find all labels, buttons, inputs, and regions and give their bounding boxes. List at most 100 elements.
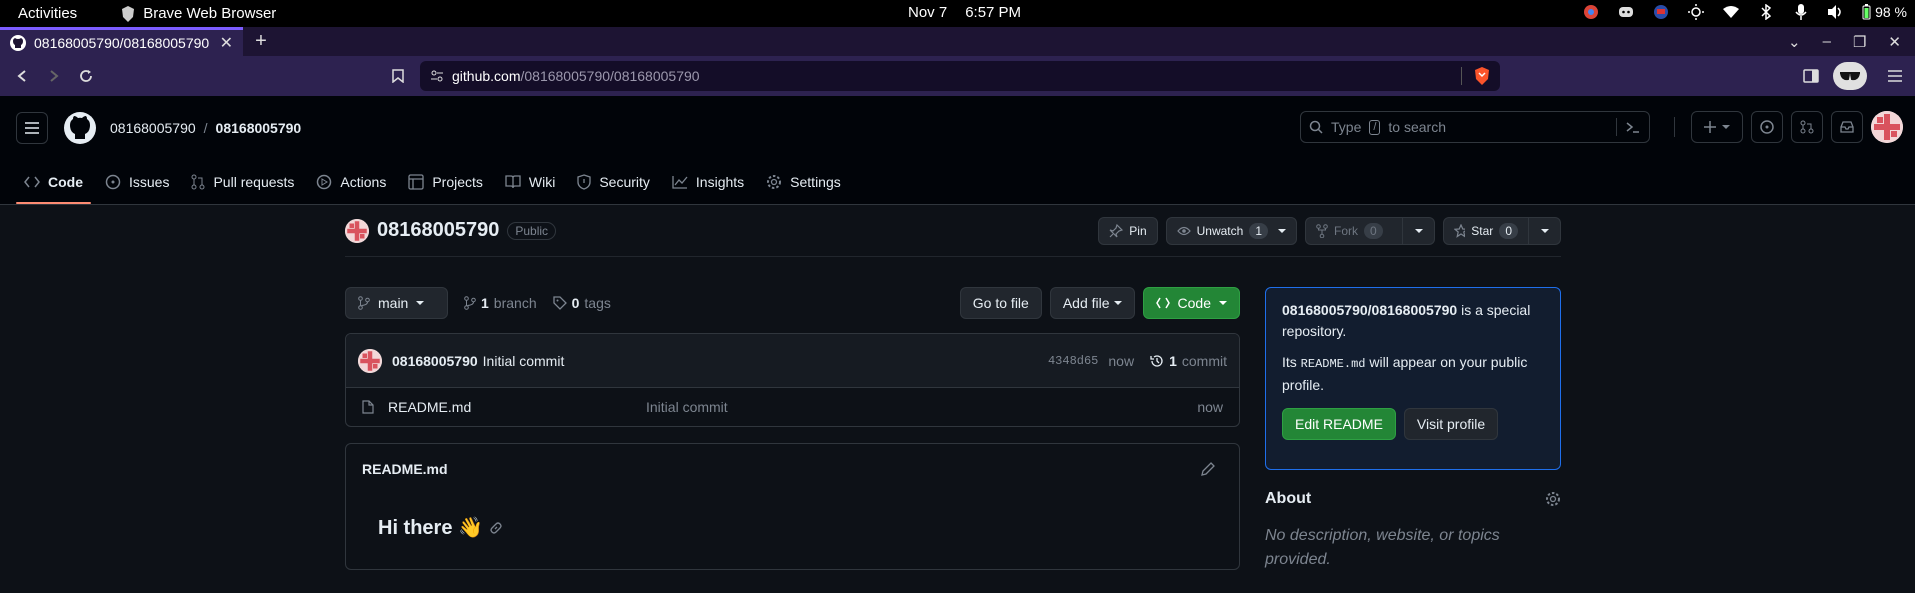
file-name[interactable]: README.md (388, 399, 646, 415)
issue-icon (105, 174, 121, 189)
tab-projects-label: Projects (432, 173, 483, 190)
bookmark-icon[interactable] (382, 60, 414, 92)
commit-author-avatar[interactable] (358, 348, 382, 373)
tab-security[interactable]: Security (569, 159, 658, 204)
github-logo-icon[interactable] (64, 111, 96, 144)
repo-title-row: 08168005790 Public Pin Unwatch 1 Fork 0 St… (345, 205, 1561, 257)
gear-icon[interactable] (1545, 491, 1561, 507)
tag-icon (552, 296, 567, 310)
tab-close-icon[interactable]: ✕ (220, 33, 233, 53)
commit-message[interactable]: Initial commit (483, 353, 565, 369)
volume-icon[interactable] (1827, 3, 1844, 20)
star-count: 0 (1499, 222, 1518, 239)
brave-shields-icon[interactable] (1474, 67, 1490, 85)
readme-title[interactable]: README.md (362, 461, 448, 477)
chrome-tray-icon[interactable] (1582, 3, 1599, 20)
file-commit-message[interactable]: Initial commit (646, 399, 728, 415)
create-new-button[interactable] (1691, 111, 1743, 143)
add-file-button[interactable]: Add file (1049, 287, 1135, 319)
branch-selector[interactable]: main (345, 287, 448, 319)
commit-author[interactable]: 08168005790 (392, 353, 478, 369)
maximize-button[interactable]: ❐ (1853, 33, 1866, 51)
wifi-icon[interactable] (1722, 3, 1739, 20)
code-button[interactable]: Code (1142, 287, 1240, 319)
search-input[interactable]: Type / to search (1300, 111, 1650, 143)
fork-button[interactable]: Fork 0 (1305, 216, 1403, 245)
tab-code[interactable]: Code (16, 159, 91, 204)
pencil-icon[interactable] (1201, 462, 1215, 476)
reload-button[interactable] (70, 60, 102, 92)
repo-name[interactable]: 08168005790 (377, 219, 499, 242)
tab-insights[interactable]: Insights (664, 159, 752, 204)
browser-tab-active[interactable]: 08168005790/08168005790 ✕ (0, 27, 243, 56)
pull-requests-button[interactable] (1791, 111, 1823, 143)
tab-pull-requests[interactable]: Pull requests (183, 159, 302, 204)
app-menu[interactable]: Brave Web Browser (121, 5, 276, 22)
tags-link[interactable]: 0 tags (552, 295, 611, 311)
clock[interactable]: Nov 7 6:57 PM (908, 4, 1021, 21)
tab-actions-label: Actions (340, 173, 387, 190)
commit-hash[interactable]: 4348d65 (1048, 354, 1098, 368)
tab-settings[interactable]: Settings (758, 159, 849, 204)
tab-wiki[interactable]: Wiki (497, 159, 563, 204)
pin-button[interactable]: Pin (1098, 216, 1158, 245)
battery-indicator[interactable]: 98 % (1862, 3, 1907, 20)
discord-icon[interactable] (1617, 3, 1634, 20)
star-label: Star (1471, 223, 1494, 238)
chevron-down-icon (1219, 301, 1227, 305)
unwatch-button[interactable]: Unwatch 1 (1165, 216, 1297, 245)
tab-projects[interactable]: Projects (400, 159, 491, 204)
tab-actions[interactable]: Actions (308, 159, 394, 204)
readme-panel: README.md Hi there 👋 (345, 443, 1240, 570)
branches-link[interactable]: 1 branch (464, 295, 537, 311)
code-button-label: Code (1177, 295, 1211, 311)
back-button[interactable] (6, 60, 38, 92)
owner-avatar[interactable] (345, 218, 369, 243)
tab-search-chevron-icon[interactable]: ⌄ (1788, 33, 1801, 51)
user-avatar[interactable] (1871, 111, 1903, 143)
site-info-icon[interactable] (430, 69, 444, 83)
tab-code-label: Code (48, 173, 83, 190)
star-button[interactable]: Star 0 (1443, 216, 1529, 245)
watch-count: 1 (1249, 222, 1268, 239)
commit-history-link[interactable]: 1 commit (1150, 353, 1227, 369)
address-bar[interactable]: github.com/08168005790/08168005790 (420, 61, 1500, 91)
chevron-down-icon (416, 301, 425, 305)
forward-button[interactable] (38, 60, 70, 92)
file-actions: Go to file Add file Code (959, 287, 1240, 319)
command-palette-icon[interactable] (1625, 120, 1641, 134)
breadcrumb: 08168005790 / 08168005790 (110, 120, 301, 136)
activities-button[interactable]: Activities (18, 5, 77, 22)
issues-button[interactable] (1751, 111, 1783, 143)
search-placeholder-suffix: to search (1388, 119, 1447, 135)
star-dropdown-button[interactable] (1529, 216, 1561, 245)
go-to-file-button[interactable]: Go to file (959, 287, 1042, 319)
system-tray[interactable]: 98 % (1582, 3, 1907, 20)
global-nav-menu-button[interactable] (16, 111, 48, 144)
branch-count: 1 (481, 295, 489, 311)
flag-tray-icon[interactable] (1652, 3, 1669, 20)
bluetooth-icon[interactable] (1757, 3, 1774, 20)
url-path: /08168005790/08168005790 (520, 68, 700, 84)
anchor-link-icon[interactable] (489, 521, 503, 535)
file-area: main 1 branch 0 tags Go to file Add file C… (345, 287, 1240, 570)
close-window-button[interactable]: ✕ (1888, 33, 1901, 51)
file-row[interactable]: README.md Initial commit now (346, 388, 1239, 426)
brightness-icon[interactable] (1687, 3, 1704, 20)
inbox-button[interactable] (1831, 111, 1863, 143)
private-glasses-icon[interactable] (1833, 62, 1867, 90)
microphone-icon[interactable] (1792, 3, 1809, 20)
tab-issues[interactable]: Issues (97, 159, 177, 204)
tag-count: 0 (571, 295, 580, 311)
menu-hamburger-icon[interactable] (1879, 60, 1911, 92)
unwatch-label: Unwatch (1196, 223, 1244, 238)
minimize-button[interactable]: – (1823, 33, 1831, 50)
breadcrumb-repo[interactable]: 08168005790 (216, 120, 302, 136)
sidebar-toggle-icon[interactable] (1795, 60, 1827, 92)
edit-readme-button[interactable]: Edit README (1282, 408, 1396, 440)
github-header: 08168005790 / 08168005790 Type / to search (0, 96, 1915, 159)
visit-profile-button[interactable]: Visit profile (1403, 408, 1499, 440)
breadcrumb-owner[interactable]: 08168005790 (110, 120, 196, 136)
fork-dropdown-button[interactable] (1403, 216, 1435, 245)
new-tab-button[interactable]: + (243, 27, 279, 56)
